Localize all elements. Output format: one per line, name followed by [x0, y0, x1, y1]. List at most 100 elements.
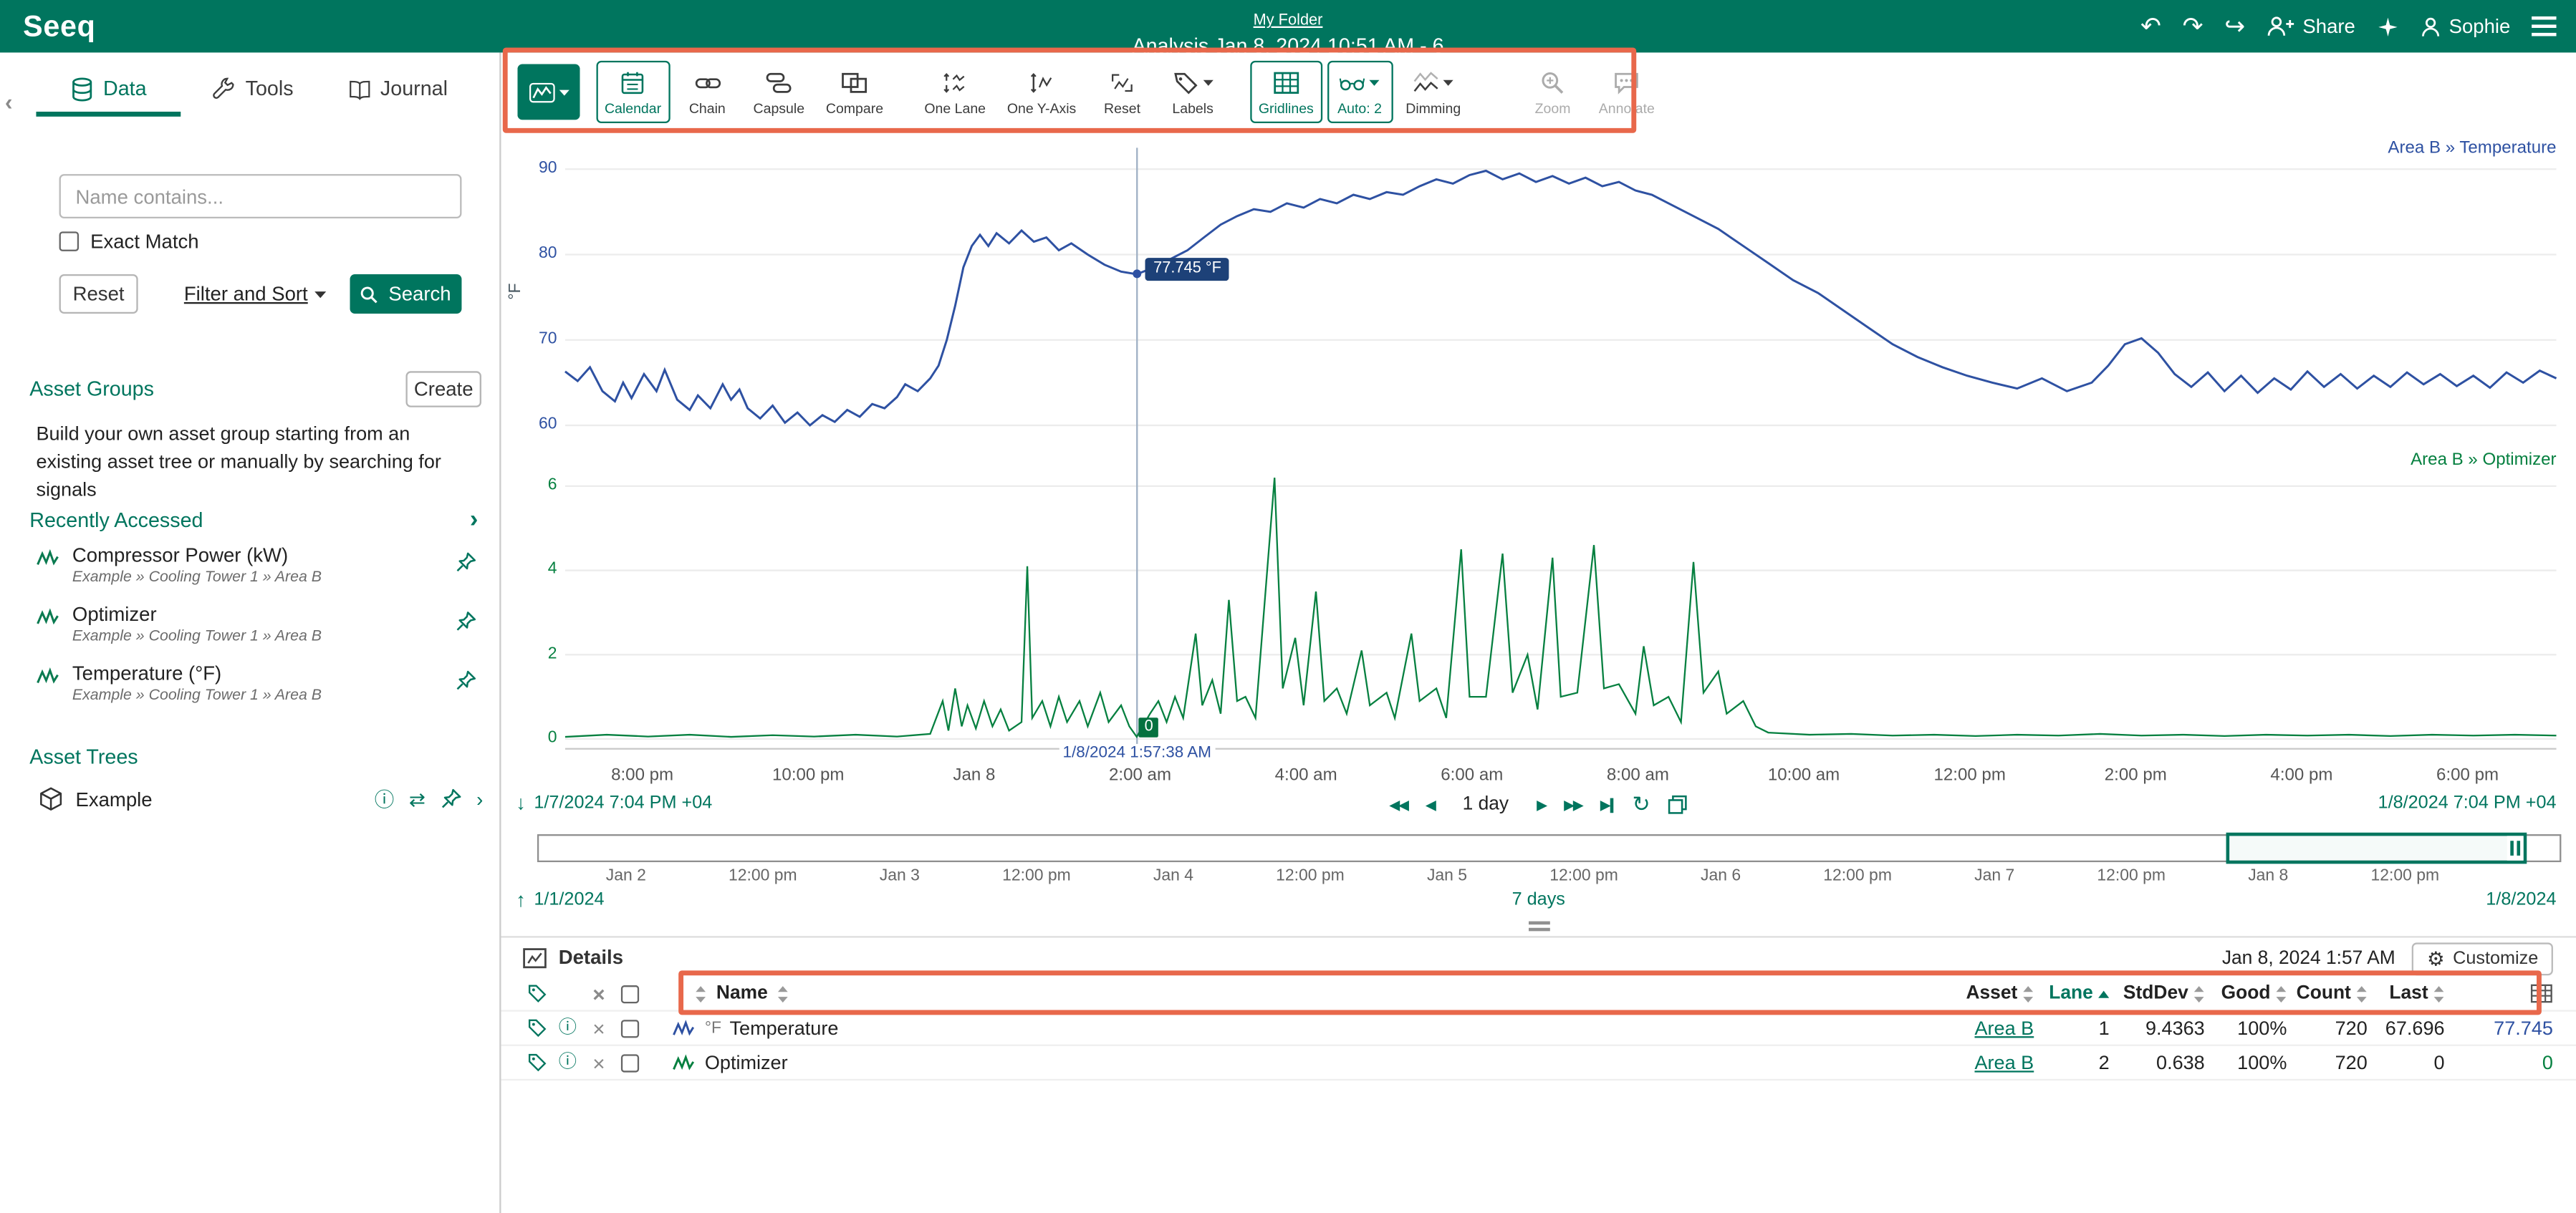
toolbar-calendar-button[interactable]: Calendar [597, 61, 670, 123]
user-menu[interactable]: Sophie [2419, 15, 2510, 38]
asset-tree-item-example[interactable]: Example ⓘ ⇄ › [23, 782, 496, 821]
undo-icon[interactable]: ↶ [2140, 14, 2161, 38]
toolbar-labels-button[interactable]: Labels [1160, 61, 1226, 123]
copy-range-icon[interactable] [1668, 795, 1688, 815]
exact-match-checkbox[interactable] [59, 231, 80, 251]
trend-chart[interactable]: Area B » Temperature Area B » Optimizer … [501, 131, 2576, 788]
chevron-right-icon[interactable]: › [470, 508, 478, 532]
filter-and-sort-link[interactable]: Filter and Sort [184, 282, 327, 305]
column-header-count[interactable]: Count [2287, 984, 2367, 1004]
create-asset-group-button[interactable]: Create [405, 371, 481, 407]
toolbar-button-label: One Y-Axis [1007, 100, 1076, 116]
info-icon[interactable]: ⓘ [375, 789, 395, 809]
swap-icon[interactable]: ⇄ [409, 789, 426, 809]
pin-icon[interactable] [455, 670, 476, 692]
remove-icon[interactable]: × [592, 1052, 605, 1073]
row-checkbox[interactable] [621, 1019, 639, 1037]
refresh-icon[interactable]: ↻ [1633, 791, 1650, 818]
trend-plot[interactable] [501, 131, 2576, 788]
range-start[interactable]: ↓ 1/7/2024 7:04 PM +04 [516, 793, 712, 813]
recent-item[interactable]: Temperature (°F)Example » Cooling Tower … [23, 657, 496, 716]
column-header-asset[interactable]: Asset [1905, 984, 2034, 1004]
hamburger-menu-icon[interactable] [2532, 24, 2556, 28]
name-contains-input[interactable] [59, 174, 462, 218]
chevron-right-icon[interactable]: › [476, 789, 483, 809]
toolbar-reset-button[interactable]: Reset [1090, 61, 1155, 123]
search-button[interactable]: Search [350, 274, 461, 314]
asset-groups-header: Asset Groups Create [29, 371, 481, 407]
exact-match-row[interactable]: Exact Match [59, 230, 199, 253]
pin-icon[interactable] [455, 611, 476, 632]
y-axis-tick: 4 [501, 561, 557, 579]
investigate-end[interactable]: 1/8/2024 [2486, 890, 2556, 910]
details-row[interactable]: ⓘ×OptimizerArea B20.638100%72000 [501, 1046, 2576, 1081]
toolbar-one-lane-button[interactable]: One Lane [916, 61, 994, 123]
row-checkbox[interactable] [621, 1053, 639, 1071]
overview-selection[interactable] [2226, 833, 2527, 864]
investigate-duration-label[interactable]: 7 days [1512, 890, 1565, 910]
panel-resize-handle[interactable] [1528, 922, 1549, 932]
tab-tools[interactable]: Tools [181, 66, 325, 117]
step-forward-button[interactable]: ▶ [1537, 796, 1546, 813]
details-title: Details [559, 946, 623, 969]
column-header-name[interactable]: Name [672, 984, 1905, 1004]
tab-journal[interactable]: Journal [325, 66, 470, 117]
toolbar-capsule-button[interactable]: Capsule [745, 61, 812, 123]
recent-item[interactable]: OptimizerExample » Cooling Tower 1 » Are… [23, 598, 496, 657]
asset-link[interactable]: Area B [1974, 1017, 2034, 1040]
details-panel: Details Jan 8, 2024 1:57 AM ⚙ Customize … [501, 936, 2576, 1213]
seeq-app: Seeq My Folder Analysis Jan 8, 2024 10:5… [0, 0, 2576, 1213]
pin-icon[interactable] [455, 552, 476, 574]
share-button[interactable]: Share [2267, 15, 2355, 38]
recent-item[interactable]: Compressor Power (kW)Example » Cooling T… [23, 538, 496, 598]
recent-item-name: Compressor Power (kW) [72, 543, 288, 566]
toolbar-one-y-axis-button[interactable]: One Y-Axis [999, 61, 1084, 123]
toolbar-dimming-button[interactable]: Dimming [1398, 61, 1469, 123]
forward-icon[interactable]: ↪ [2224, 14, 2245, 38]
item-tag-icon[interactable] [527, 1053, 547, 1073]
breadcrumb-my-folder[interactable]: My Folder [1254, 11, 1323, 31]
sort-icon [2275, 985, 2287, 1002]
column-header-last[interactable]: Last [2368, 984, 2445, 1004]
redo-icon[interactable]: ↷ [2183, 14, 2203, 38]
selection-right-handle[interactable] [2507, 836, 2524, 860]
column-header-stddev[interactable]: StdDev [2110, 984, 2205, 1004]
row-checkbox[interactable] [621, 985, 639, 1002]
toolbar-button-label: Compare [826, 100, 883, 116]
details-row[interactable]: ⓘ×°FTemperatureArea B19.4363100%72067.69… [501, 1012, 2576, 1046]
arrow-up-icon: ↑ [516, 890, 526, 910]
step-to-end-button[interactable]: ▶ [1600, 796, 1615, 813]
step-forward-half-button[interactable]: ▶▶ [1564, 796, 1582, 813]
toolbar-trend-button[interactable] [517, 64, 580, 120]
toolbar-compare-button[interactable]: Compare [817, 61, 891, 123]
collapse-sidebar-icon[interactable]: ‹ [5, 89, 13, 115]
tab-data[interactable]: Data [36, 66, 181, 117]
customize-button[interactable]: ⚙ Customize [2412, 942, 2553, 975]
recent-item-name: Temperature (°F) [72, 662, 221, 685]
info-icon[interactable]: ⓘ [559, 1053, 577, 1071]
remove-icon[interactable]: × [592, 1018, 605, 1039]
recently-accessed-list: Compressor Power (kW)Example » Cooling T… [23, 538, 496, 716]
step-back-half-button[interactable]: ◀◀ [1389, 796, 1407, 813]
reset-button[interactable]: Reset [59, 274, 138, 314]
ai-assistant-button[interactable] [2377, 16, 2398, 37]
column-header-lane[interactable]: Lane [2034, 984, 2109, 1004]
toolbar-annotate-button: Annotate [1590, 61, 1663, 123]
pin-icon[interactable] [441, 788, 462, 810]
range-duration-label[interactable]: 1 day [1463, 795, 1509, 815]
range-end[interactable]: 1/8/2024 7:04 PM +04 [2378, 793, 2557, 813]
toolbar-gridlines-button[interactable]: Gridlines [1250, 61, 1322, 123]
column-header-good[interactable]: Good [2205, 984, 2287, 1004]
investigate-start[interactable]: ↑ 1/1/2024 [516, 890, 604, 910]
item-tag-icon[interactable] [527, 1018, 547, 1038]
info-icon[interactable]: ⓘ [559, 1019, 577, 1037]
toolbar-group: ZoomAnnotate [1520, 61, 1663, 123]
item-tag-icon[interactable] [527, 984, 547, 1004]
y-axis-tick: 2 [501, 645, 557, 663]
toolbar-chain-button[interactable]: Chain [674, 61, 740, 123]
remove-icon[interactable]: × [592, 983, 605, 1005]
toolbar-auto-update-button[interactable]: Auto: 2 [1327, 61, 1393, 123]
asset-link[interactable]: Area B [1974, 1051, 2034, 1074]
step-back-button[interactable]: ◀ [1426, 796, 1435, 813]
y-axis-unit-label: °F [507, 283, 525, 299]
